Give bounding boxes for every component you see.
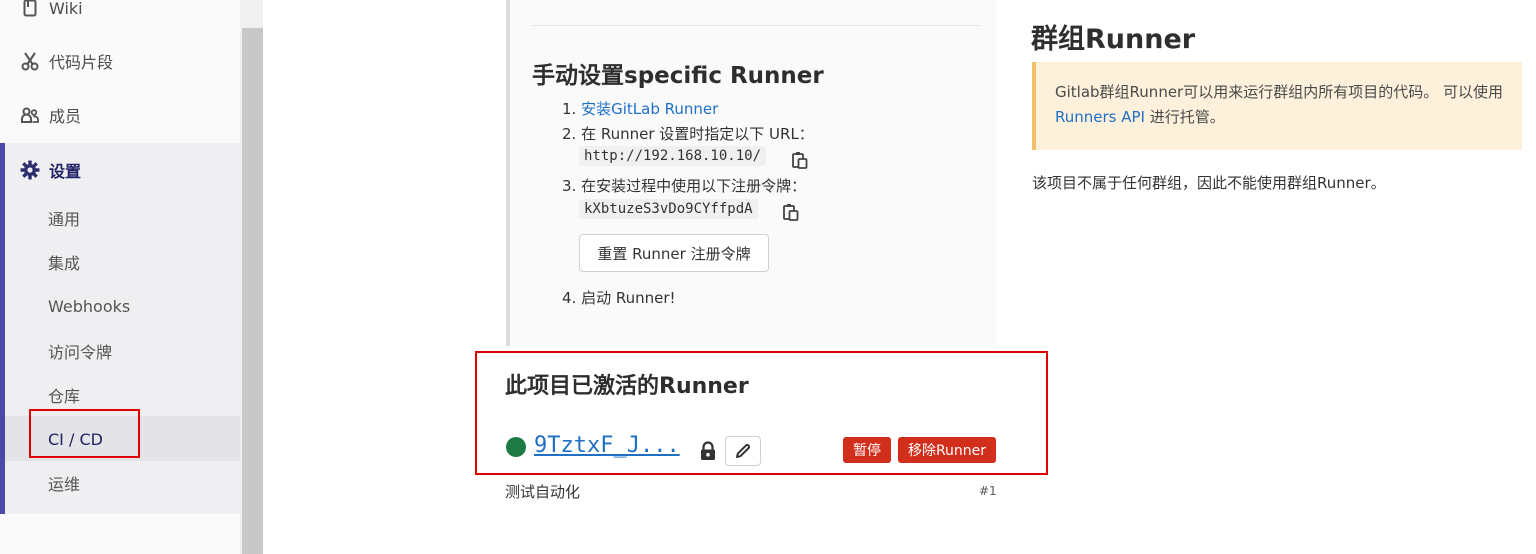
- active-runners-title: 此项目已激活的Runner: [505, 374, 749, 399]
- group-runners-note: 该项目不属于任何群组，因此不能使用群组Runner。: [1032, 174, 1386, 192]
- settings-sub-integrations[interactable]: 集成: [48, 240, 80, 284]
- book-icon: [20, 0, 40, 18]
- edit-runner-button[interactable]: [725, 436, 761, 466]
- gear-icon: [20, 160, 40, 180]
- pause-runner-button[interactable]: 暂停: [843, 437, 891, 463]
- step-start: 4. 启动 Runner!: [562, 289, 676, 307]
- step-number: 1.: [562, 100, 582, 118]
- group-runners-info-alert: Gitlab群组Runner可以用来运行群组内所有项目的代码。 可以使用 Run…: [1032, 62, 1522, 150]
- copy-icon[interactable]: [783, 203, 799, 221]
- step-install: 1. 安装GitLab Runner: [562, 98, 718, 119]
- runner-description: 测试自动化: [505, 483, 581, 501]
- runner-number: #1: [979, 484, 997, 498]
- pencil-icon: [736, 443, 751, 458]
- registration-token: kXbtuzeS3vDo9CYffpdA: [579, 199, 758, 219]
- highlight-box-ci-cd: [29, 409, 140, 458]
- lock-icon: [701, 441, 715, 460]
- sidebar-item-wiki[interactable]: Wiki: [0, 0, 240, 20]
- reset-token-button[interactable]: 重置 Runner 注册令牌: [579, 234, 769, 272]
- sidebar-item-snippets[interactable]: 代码片段: [0, 48, 240, 74]
- settings-sub-operations[interactable]: 运维: [48, 461, 80, 505]
- step-url: 2. 在 Runner 设置时指定以下 URL：: [562, 125, 814, 143]
- scissors-icon: [20, 51, 40, 71]
- sidebar-item-label: 成员: [49, 107, 82, 126]
- sidebar-item-members[interactable]: 成员: [0, 102, 240, 128]
- sidebar-item-label: Wiki: [49, 0, 83, 18]
- sidebar: Wiki 代码片段 成员 设置 通用 集成 Webhooks 访问令牌 仓库 C…: [0, 0, 240, 554]
- specific-runner-panel: 手动设置specific Runner 1. 安装GitLab Runner 2…: [506, 0, 996, 346]
- group-runners-title: 群组Runner: [1031, 24, 1196, 55]
- install-runner-link[interactable]: 安装GitLab Runner: [581, 100, 718, 118]
- settings-group: 设置 通用 集成 Webhooks 访问令牌 仓库 CI / CD 运维: [0, 143, 240, 514]
- settings-sub-general[interactable]: 通用: [48, 196, 80, 240]
- settings-sub-access-tokens[interactable]: 访问令牌: [48, 329, 112, 373]
- alert-text: Gitlab群组Runner可以用来运行群组内所有项目的代码。 可以使用: [1055, 83, 1503, 101]
- runner-id-link[interactable]: 9TztxF_J...: [534, 433, 680, 458]
- divider: [532, 25, 980, 26]
- sidebar-item-settings[interactable]: 设置: [0, 157, 240, 183]
- step-token: 3. 在安装过程中使用以下注册令牌：: [562, 177, 807, 195]
- coordinator-url: http://192.168.10.10/: [579, 146, 767, 166]
- scrollbar-thumb[interactable]: [242, 28, 263, 554]
- sidebar-item-label: 代码片段: [49, 53, 114, 72]
- runners-api-link[interactable]: Runners API: [1055, 108, 1145, 126]
- copy-icon[interactable]: [792, 151, 808, 169]
- sidebar-scrollbar[interactable]: [240, 0, 263, 554]
- remove-runner-button[interactable]: 移除Runner: [898, 437, 996, 463]
- settings-sub-webhooks[interactable]: Webhooks: [48, 284, 130, 328]
- runner-status-icon: [506, 437, 526, 457]
- specific-runner-title: 手动设置specific Runner: [532, 63, 824, 89]
- sidebar-item-label: 设置: [49, 162, 82, 181]
- alert-text: 进行托管。: [1144, 108, 1225, 126]
- users-icon: [20, 105, 40, 125]
